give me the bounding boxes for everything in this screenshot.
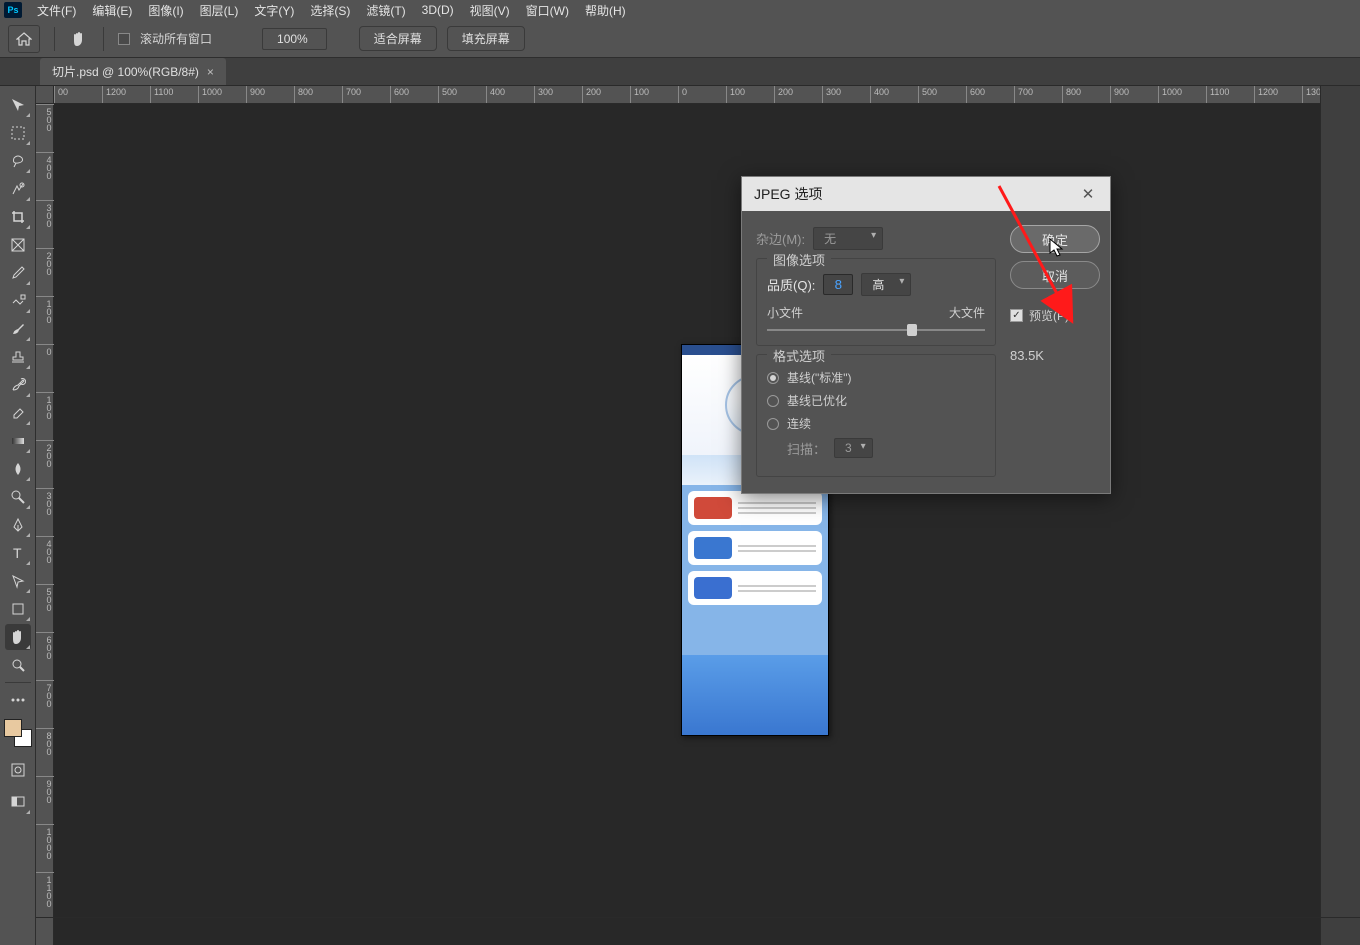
dodge-tool-icon[interactable] — [5, 484, 31, 510]
menu-layer[interactable]: 图层(L) — [193, 0, 246, 21]
quality-label: 品质(Q): — [767, 275, 815, 294]
cancel-button[interactable]: 取消 — [1010, 261, 1100, 289]
preview-checkbox-row[interactable]: ✓ 预览(P) — [1010, 307, 1100, 324]
mouse-cursor-icon — [1049, 238, 1065, 258]
quick-select-tool-icon[interactable] — [5, 176, 31, 202]
quality-input[interactable] — [823, 274, 853, 295]
close-tab-icon[interactable]: × — [207, 65, 214, 79]
vertical-ruler[interactable]: 5004003002001000100200300400500600700800… — [36, 104, 54, 945]
preview-checkbox[interactable]: ✓ — [1010, 309, 1023, 322]
edit-toolbar-icon[interactable] — [5, 687, 31, 713]
radio-icon[interactable] — [767, 372, 779, 384]
menu-filter[interactable]: 滤镜(T) — [359, 0, 412, 21]
lasso-tool-icon[interactable] — [5, 148, 31, 174]
document-tab[interactable]: 切片.psd @ 100%(RGB/8#) × — [40, 58, 226, 85]
quickmask-icon[interactable] — [5, 757, 31, 783]
horizontal-ruler[interactable]: 0012001100100090080070060050040030020010… — [54, 86, 1360, 104]
menu-help[interactable]: 帮助(H) — [578, 0, 633, 21]
stamp-tool-icon[interactable] — [5, 344, 31, 370]
dialog-title: JPEG 选项 — [754, 184, 822, 204]
crop-tool-icon[interactable] — [5, 204, 31, 230]
frame-tool-icon[interactable] — [5, 232, 31, 258]
app-logo-icon — [4, 2, 22, 18]
ruler-origin[interactable] — [36, 86, 54, 104]
marquee-tool-icon[interactable] — [5, 120, 31, 146]
image-options-legend: 图像选项 — [767, 250, 831, 269]
svg-text:T: T — [13, 545, 22, 561]
type-tool-icon[interactable]: T — [5, 540, 31, 566]
home-button[interactable] — [8, 25, 40, 53]
healing-tool-icon[interactable] — [5, 288, 31, 314]
canvas-area[interactable]: 0012001100100090080070060050040030020010… — [36, 86, 1360, 945]
blur-tool-icon[interactable] — [5, 456, 31, 482]
radio-baseline-standard[interactable]: 基线("标准") — [767, 369, 985, 386]
menu-image[interactable]: 图像(I) — [141, 0, 190, 21]
dialog-titlebar[interactable]: JPEG 选项 ✕ — [742, 177, 1110, 211]
menu-view[interactable]: 视图(V) — [463, 0, 517, 21]
close-dialog-icon[interactable]: ✕ — [1078, 184, 1098, 204]
toolbox: T — [0, 86, 36, 945]
history-brush-tool-icon[interactable] — [5, 372, 31, 398]
menu-edit[interactable]: 编辑(E) — [85, 0, 139, 21]
small-file-label: 小文件 — [767, 304, 803, 321]
eyedropper-tool-icon[interactable] — [5, 260, 31, 286]
menu-bar: 文件(F) 编辑(E) 图像(I) 图层(L) 文字(Y) 选择(S) 滤镜(T… — [0, 0, 1360, 20]
menu-window[interactable]: 窗口(W) — [519, 0, 576, 21]
matte-label: 杂边(M): — [756, 229, 805, 248]
file-size-label: 83.5K — [1010, 348, 1100, 363]
format-options-legend: 格式选项 — [767, 346, 831, 365]
menu-select[interactable]: 选择(S) — [303, 0, 357, 21]
eraser-tool-icon[interactable] — [5, 400, 31, 426]
shape-tool-icon[interactable] — [5, 596, 31, 622]
scroll-all-label: 滚动所有窗口 — [140, 30, 212, 47]
menu-3d[interactable]: 3D(D) — [415, 1, 461, 19]
options-bar: 滚动所有窗口 100% 适合屏幕 填充屏幕 — [0, 20, 1360, 58]
fit-screen-button[interactable]: 适合屏幕 — [359, 26, 437, 51]
path-select-tool-icon[interactable] — [5, 568, 31, 594]
screenmode-icon[interactable] — [5, 789, 31, 815]
image-options-group: 图像选项 品质(Q): 高 小文件 大文件 — [756, 258, 996, 346]
fill-screen-button[interactable]: 填充屏幕 — [447, 26, 525, 51]
radio-icon[interactable] — [767, 395, 779, 407]
right-panel-collapsed[interactable] — [1320, 86, 1360, 945]
move-tool-icon[interactable] — [5, 92, 31, 118]
document-tab-title: 切片.psd @ 100%(RGB/8#) — [52, 63, 199, 80]
gradient-tool-icon[interactable] — [5, 428, 31, 454]
menu-type[interactable]: 文字(Y) — [247, 0, 301, 21]
hand-tool-icon[interactable] — [69, 29, 89, 49]
preview-label: 预览(P) — [1029, 307, 1069, 324]
zoom-select[interactable]: 100% — [262, 28, 327, 50]
radio-icon[interactable] — [767, 418, 779, 430]
document-tabs: 切片.psd @ 100%(RGB/8#) × — [0, 58, 1360, 86]
jpeg-options-dialog: JPEG 选项 ✕ 杂边(M): 无 图像选项 品质(Q): 高 — [741, 176, 1111, 494]
scans-label: 扫描： — [787, 439, 826, 458]
radio-progressive[interactable]: 连续 — [767, 415, 985, 432]
scroll-all-checkbox[interactable] — [118, 33, 130, 45]
matte-select: 无 — [813, 227, 883, 250]
brush-tool-icon[interactable] — [5, 316, 31, 342]
quality-slider[interactable] — [767, 329, 985, 331]
color-swatches[interactable] — [4, 719, 32, 747]
zoom-tool-icon[interactable] — [5, 652, 31, 678]
foreground-color[interactable] — [4, 719, 22, 737]
quality-level-select[interactable]: 高 — [861, 273, 911, 296]
hand-tool-toolbox-icon[interactable] — [5, 624, 31, 650]
format-options-group: 格式选项 基线("标准") 基线已优化 连续 — [756, 354, 996, 477]
radio-baseline-optimized[interactable]: 基线已优化 — [767, 392, 985, 409]
large-file-label: 大文件 — [949, 304, 985, 321]
pen-tool-icon[interactable] — [5, 512, 31, 538]
menu-file[interactable]: 文件(F) — [30, 0, 83, 21]
scans-select: 3 — [834, 438, 873, 458]
